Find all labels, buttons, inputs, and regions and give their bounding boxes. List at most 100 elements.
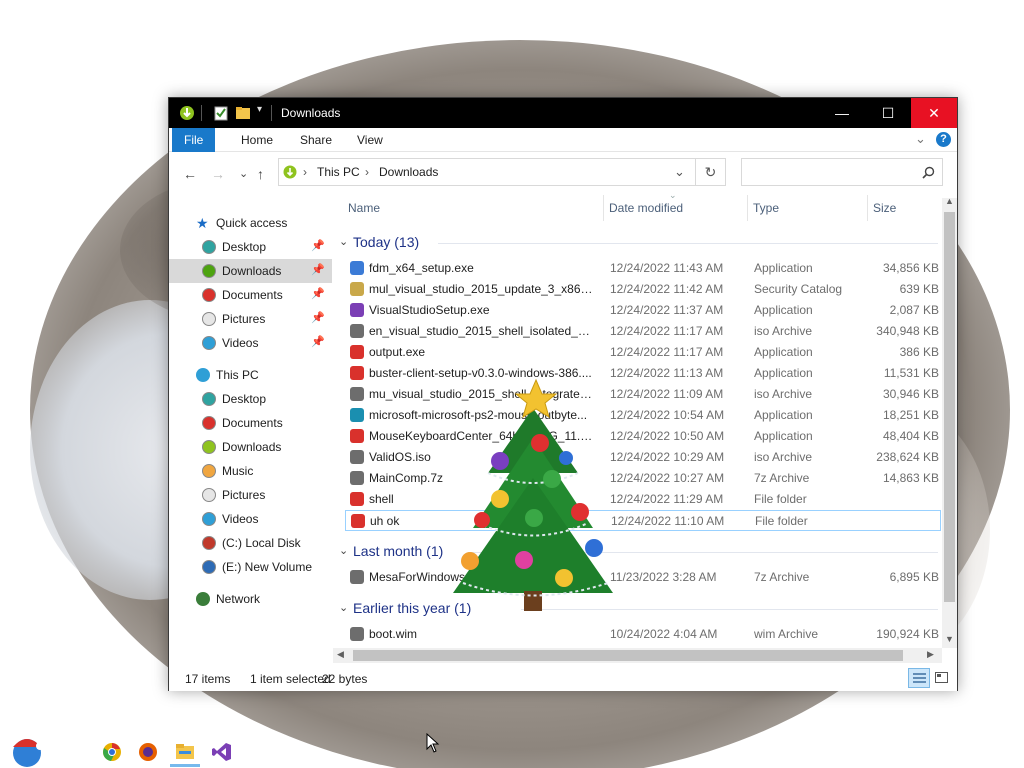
details-view-button[interactable]: [908, 668, 930, 688]
file-row[interactable]: boot.wim 10/24/2022 4:04 AM wim Archive 190…: [345, 624, 941, 645]
mouse-cursor: [426, 733, 440, 753]
file-date-modified: 12/24/2022 11:37 AM: [610, 303, 724, 317]
file-type: Application: [754, 261, 813, 275]
firefox-icon[interactable]: [138, 742, 158, 762]
title-bar[interactable]: ▾ Downloads — ☐ ✕: [169, 98, 957, 128]
minimize-button[interactable]: —: [819, 98, 865, 128]
file-date-modified: 12/24/2022 10:27 AM: [610, 471, 725, 485]
nav-pc-documents[interactable]: Documents: [169, 411, 332, 435]
tab-view[interactable]: View: [347, 128, 393, 152]
nav-pc-videos[interactable]: Videos: [169, 507, 332, 531]
tab-file[interactable]: File: [172, 128, 216, 152]
address-box[interactable]: › This PC › Downloads ⌄: [278, 158, 696, 186]
nav-network[interactable]: Network: [169, 587, 332, 611]
collapse-chevron-icon[interactable]: ⌄: [339, 601, 348, 614]
file-row[interactable]: MainComp.7z 12/24/2022 10:27 AM 7z Archive…: [345, 468, 941, 489]
scroll-left-icon[interactable]: ◀: [337, 649, 344, 660]
nav-pc--e-new-volume[interactable]: (E:) New Volume: [169, 555, 332, 579]
file-size: 30,946 KB: [882, 387, 939, 401]
expand-ribbon-icon[interactable]: ⌄: [915, 131, 926, 147]
scroll-right-icon[interactable]: ▶: [927, 649, 934, 660]
nav-label: Documents: [222, 416, 283, 430]
nav-pc-downloads[interactable]: Downloads: [169, 435, 332, 459]
group-header[interactable]: ⌄ Earlier this year (1): [333, 599, 942, 619]
close-button[interactable]: ✕: [911, 98, 957, 128]
search-icon: [922, 166, 935, 179]
file-type: iso Archive: [754, 387, 813, 401]
search-input[interactable]: [741, 158, 943, 186]
large-icons-view-button[interactable]: [932, 668, 952, 688]
nav-quick-desktop[interactable]: Desktop 📌: [169, 235, 332, 259]
up-button[interactable]: ↑: [257, 166, 264, 182]
new-folder-icon[interactable]: [235, 105, 251, 121]
file-row[interactable]: MouseKeyboardCenter_64bit_ENG_11.1.41...…: [345, 426, 941, 447]
nav-quick-documents[interactable]: Documents 📌: [169, 283, 332, 307]
file-row[interactable]: ValidOS.iso 12/24/2022 10:29 AM iso Archiv…: [345, 447, 941, 468]
nav-pc-desktop[interactable]: Desktop: [169, 387, 332, 411]
group-header[interactable]: ⌄ Last month (1): [333, 542, 942, 562]
file-row[interactable]: mul_visual_studio_2015_update_3_x86_x6..…: [345, 279, 941, 300]
file-row[interactable]: shell 12/24/2022 11:29 AM File folder: [345, 489, 941, 510]
help-icon[interactable]: ?: [936, 132, 951, 147]
file-date-modified: 10/24/2022 4:04 AM: [610, 627, 718, 641]
nav-quick-videos[interactable]: Videos 📌: [169, 331, 332, 355]
file-row[interactable]: MesaForWindows-x64-20.1.8.7z 11/23/2022 3…: [345, 567, 941, 588]
file-type: File folder: [754, 492, 807, 506]
large-icons-view-icon: [935, 672, 948, 683]
nav-quick-pictures[interactable]: Pictures 📌: [169, 307, 332, 331]
iso-icon: [350, 450, 364, 464]
file-row[interactable]: buster-client-setup-v0.3.0-windows-386..…: [345, 363, 941, 384]
vertical-scrollbar[interactable]: ▲ ▼: [942, 196, 957, 648]
start-button[interactable]: [9, 733, 45, 768]
file-explorer-icon[interactable]: [175, 742, 195, 762]
column-header-date-modified[interactable]: Date modified: [609, 201, 683, 215]
downloads-folder-icon: [202, 264, 216, 278]
tab-home[interactable]: Home: [231, 128, 283, 152]
chrome-icon[interactable]: [102, 742, 122, 762]
scroll-down-icon[interactable]: ▼: [945, 634, 954, 644]
tab-share[interactable]: Share: [290, 128, 342, 152]
nav-pc--c-local-disk[interactable]: (C:) Local Disk: [169, 531, 332, 555]
file-row[interactable]: uh ok 12/24/2022 11:10 AM File folder: [345, 510, 941, 531]
file-row[interactable]: fdm_x64_setup.exe 12/24/2022 11:43 AM Appl…: [345, 258, 941, 279]
iso-icon: [350, 387, 364, 401]
column-header-type[interactable]: Type: [753, 201, 779, 215]
breadcrumb-downloads[interactable]: Downloads: [379, 165, 438, 179]
group-header[interactable]: ⌄ Today (13): [333, 233, 942, 253]
wim-icon: [350, 627, 364, 641]
nav-this-pc[interactable]: This PC: [169, 363, 332, 387]
nav-label: (E:) New Volume: [222, 560, 313, 574]
scroll-up-icon[interactable]: ▲: [945, 196, 954, 206]
file-date-modified: 12/24/2022 11:17 AM: [610, 345, 724, 359]
file-row[interactable]: output.exe 12/24/2022 11:17 AM Application…: [345, 342, 941, 363]
maximize-button[interactable]: ☐: [865, 98, 911, 128]
properties-icon[interactable]: [213, 105, 229, 121]
forward-button[interactable]: →: [211, 166, 225, 182]
breadcrumb-this-pc[interactable]: This PC: [317, 165, 360, 179]
nav-pc-music[interactable]: Music: [169, 459, 332, 483]
recent-locations-button[interactable]: ⌄: [239, 167, 248, 180]
back-button[interactable]: ←: [183, 166, 197, 182]
column-header-name[interactable]: Name: [348, 201, 380, 215]
collapse-chevron-icon[interactable]: ⌄: [339, 544, 348, 557]
file-row[interactable]: mu_visual_studio_2015_shell_integrated_.…: [345, 384, 941, 405]
horizontal-scroll-thumb[interactable]: [353, 650, 903, 661]
file-row[interactable]: microsoft-microsoft-ps2-mouse-outbyte...…: [345, 405, 941, 426]
file-row[interactable]: en_visual_studio_2015_shell_isolated_x86…: [345, 321, 941, 342]
customize-toolbar-icon[interactable]: ▾: [257, 104, 262, 115]
horizontal-scrollbar[interactable]: ◀ ▶: [333, 648, 942, 663]
column-header-size[interactable]: Size: [873, 201, 896, 215]
collapse-chevron-icon[interactable]: ⌄: [339, 235, 348, 248]
nav-quick-access[interactable]: ★ Quick access: [169, 211, 332, 235]
address-bar-row: ← → ⌄ ↑ › This PC › Downloads ⌄ ↻: [169, 153, 957, 191]
group-title: Last month (1): [353, 543, 444, 559]
address-dropdown-icon[interactable]: ⌄: [674, 164, 685, 180]
visual-studio-icon[interactable]: [212, 742, 232, 762]
downloads-location-icon: [283, 165, 297, 179]
nav-quick-downloads[interactable]: Downloads 📌: [169, 259, 332, 283]
vertical-scroll-thumb[interactable]: [944, 212, 955, 602]
refresh-button[interactable]: ↻: [696, 158, 726, 186]
file-row[interactable]: VisualStudioSetup.exe 12/24/2022 11:37 AM…: [345, 300, 941, 321]
file-type: Application: [754, 429, 813, 443]
nav-pc-pictures[interactable]: Pictures: [169, 483, 332, 507]
